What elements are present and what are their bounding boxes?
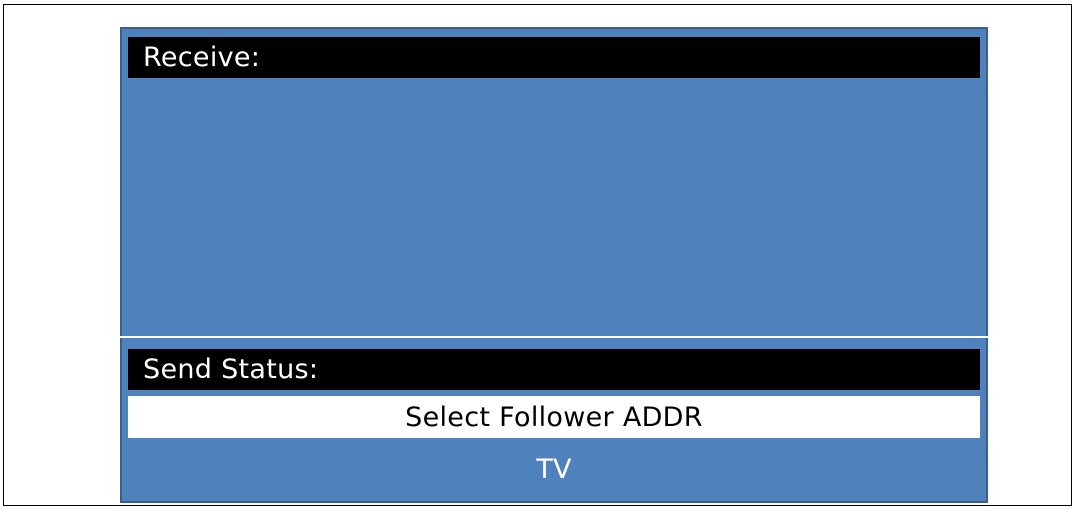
receive-area — [128, 78, 980, 333]
section-divider — [120, 336, 988, 338]
device-select-button[interactable]: TV — [128, 443, 980, 495]
send-status-text: Select Follower ADDR — [405, 401, 703, 433]
receive-header: Receive: — [128, 37, 980, 78]
device-label: TV — [536, 453, 572, 485]
send-status-header: Send Status: — [128, 349, 980, 390]
send-status-label: Send Status: — [143, 354, 319, 385]
send-status-message: Select Follower ADDR — [128, 396, 980, 438]
receive-label: Receive: — [143, 42, 261, 73]
device-screen: Receive: Send Status: Select Follower AD… — [120, 27, 988, 503]
figure-frame: Receive: Send Status: Select Follower AD… — [3, 4, 1072, 506]
